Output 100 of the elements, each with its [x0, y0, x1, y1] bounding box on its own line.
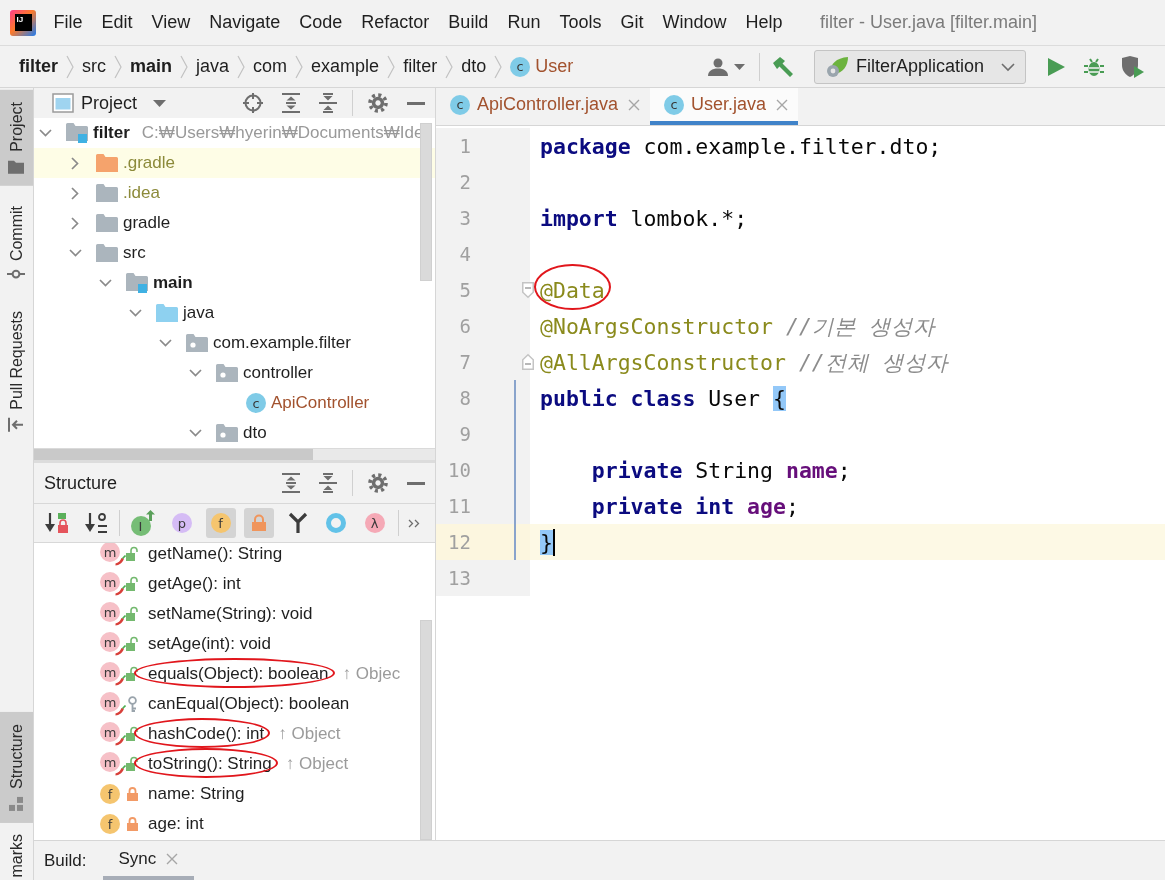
breadcrumb[interactable]: dto	[461, 56, 487, 77]
chevron-right-icon	[66, 54, 74, 79]
tree-item[interactable]: controller	[243, 363, 313, 383]
menu-item[interactable]: Run	[497, 12, 550, 33]
chevron-down-icon[interactable]	[188, 369, 202, 377]
panel-title[interactable]: Project	[81, 92, 138, 114]
line-number: 6	[459, 315, 471, 337]
editor-tab[interactable]: c User.java	[650, 88, 799, 125]
structure-item[interactable]: setAge(int): void	[148, 634, 271, 654]
structure-item[interactable]: hashCode(): int	[148, 724, 265, 744]
tree-item[interactable]: gradle	[123, 213, 171, 233]
chevron-down-icon[interactable]	[68, 249, 82, 257]
chevron-right-icon	[237, 54, 246, 79]
menu-item[interactable]: Refactor	[351, 12, 439, 33]
person-icon[interactable]	[706, 57, 729, 76]
bottom-tab[interactable]: Sync	[102, 841, 195, 880]
tree-item[interactable]: src	[123, 243, 146, 263]
breadcrumb[interactable]: java	[196, 56, 230, 77]
tree-item[interactable]: dto	[243, 423, 267, 443]
folder-icon	[8, 159, 25, 174]
menu-item[interactable]: File	[44, 12, 92, 33]
breadcrumb[interactable]: main	[130, 56, 173, 77]
tree-item[interactable]: filter	[93, 123, 130, 143]
menu-item[interactable]: Build	[438, 12, 498, 33]
menu-item[interactable]: Window	[652, 12, 736, 33]
expand-all-icon[interactable]	[282, 93, 300, 113]
breadcrumb[interactable]: example	[311, 56, 380, 77]
scrollbar-thumb[interactable]	[420, 620, 432, 840]
close-icon[interactable]	[776, 98, 789, 111]
tree-item[interactable]: ApiController	[271, 393, 370, 413]
scrollbar-thumb[interactable]	[420, 123, 432, 281]
structure-item[interactable]: toString(): String	[148, 754, 272, 774]
collapse-all-icon[interactable]	[319, 93, 337, 113]
structure-item[interactable]: canEqual(Object): boolean	[148, 694, 350, 714]
tool-window-button[interactable]: Structure	[0, 711, 33, 823]
menu-item[interactable]: Git	[610, 12, 653, 33]
code-line: private String name;	[590, 457, 851, 483]
editor-tab[interactable]: c ApiController.java	[436, 88, 651, 125]
structure-item[interactable]: getAge(): int	[148, 574, 241, 594]
tool-window-button[interactable]: Project	[0, 90, 33, 186]
settings-icon[interactable]	[368, 93, 388, 113]
chevrons-right-icon[interactable]	[407, 518, 420, 528]
menu-item[interactable]: Navigate	[199, 12, 290, 33]
run-configuration-dropdown[interactable]: FilterApplication	[813, 49, 1026, 84]
chevron-right-icon[interactable]	[71, 156, 79, 170]
breadcrumb[interactable]: filter	[403, 56, 438, 77]
close-icon[interactable]	[628, 98, 641, 111]
breadcrumb[interactable]: com	[253, 56, 288, 77]
expand-all-icon[interactable]	[282, 473, 300, 493]
menu-item[interactable]: View	[142, 12, 200, 33]
close-icon[interactable]	[166, 852, 179, 865]
chevron-right-icon[interactable]	[71, 216, 79, 230]
tree-item[interactable]: .idea	[123, 183, 160, 203]
structure-item[interactable]: getName(): String	[148, 544, 283, 564]
hammer-icon[interactable]	[771, 55, 794, 78]
tool-window-button[interactable]: Pull Requests	[0, 298, 33, 444]
tool-window-button[interactable]: Commit	[0, 193, 33, 291]
chevron-down-icon[interactable]	[98, 279, 112, 287]
caret-down-icon[interactable]	[153, 99, 167, 107]
bug-icon[interactable]	[1084, 56, 1104, 77]
chevron-down-icon[interactable]	[158, 339, 172, 347]
structure-item[interactable]: setName(String): void	[148, 604, 313, 624]
menu-item[interactable]: Tools	[549, 12, 611, 33]
menu-item[interactable]: Edit	[92, 12, 143, 33]
breadcrumb[interactable]: filter	[19, 56, 58, 77]
chevron-right-icon[interactable]	[71, 186, 79, 200]
settings-icon[interactable]	[368, 473, 388, 493]
fold-marker-icon[interactable]	[522, 354, 534, 370]
tree-item[interactable]: main	[153, 273, 193, 293]
chevron-down-icon[interactable]	[38, 129, 52, 137]
structure-item[interactable]: equals(Object): boolean	[148, 664, 329, 684]
tree-item[interactable]: com.example.filter	[213, 333, 351, 353]
breadcrumb[interactable]: c User	[510, 56, 574, 77]
chevron-down-icon[interactable]	[128, 309, 142, 317]
fold-marker-icon[interactable]	[522, 282, 534, 298]
window-icon	[52, 93, 74, 113]
module-folder-icon	[126, 273, 148, 293]
lock-icon	[126, 607, 138, 621]
scrollbar-thumb[interactable]	[34, 449, 313, 460]
line-number: 11	[448, 495, 471, 517]
shield-play-icon[interactable]	[1121, 55, 1145, 78]
tree-item[interactable]: .gradle	[123, 153, 175, 173]
structure-item[interactable]: age: int	[148, 814, 204, 834]
crosshair-icon[interactable]	[243, 93, 263, 113]
toolbar-button[interactable]: I	[128, 508, 159, 538]
menu-item[interactable]: Code	[289, 12, 352, 33]
minimize-icon[interactable]	[407, 481, 425, 485]
menu-item[interactable]: Help	[736, 12, 793, 33]
structure-item[interactable]: name: String	[148, 784, 245, 804]
minimize-icon[interactable]	[407, 101, 425, 105]
run-icon[interactable]	[1048, 57, 1065, 76]
chevron-down-icon[interactable]	[188, 429, 202, 437]
tool-window-button[interactable]: marks	[0, 822, 33, 880]
line-number: 10	[448, 459, 471, 481]
tree-item[interactable]: java	[183, 303, 215, 323]
caret-down-icon[interactable]	[733, 63, 745, 70]
collapse-all-icon[interactable]	[319, 473, 337, 493]
breadcrumb[interactable]: src	[82, 56, 106, 77]
class-icon: c	[510, 56, 531, 77]
lock-icon	[126, 547, 138, 561]
